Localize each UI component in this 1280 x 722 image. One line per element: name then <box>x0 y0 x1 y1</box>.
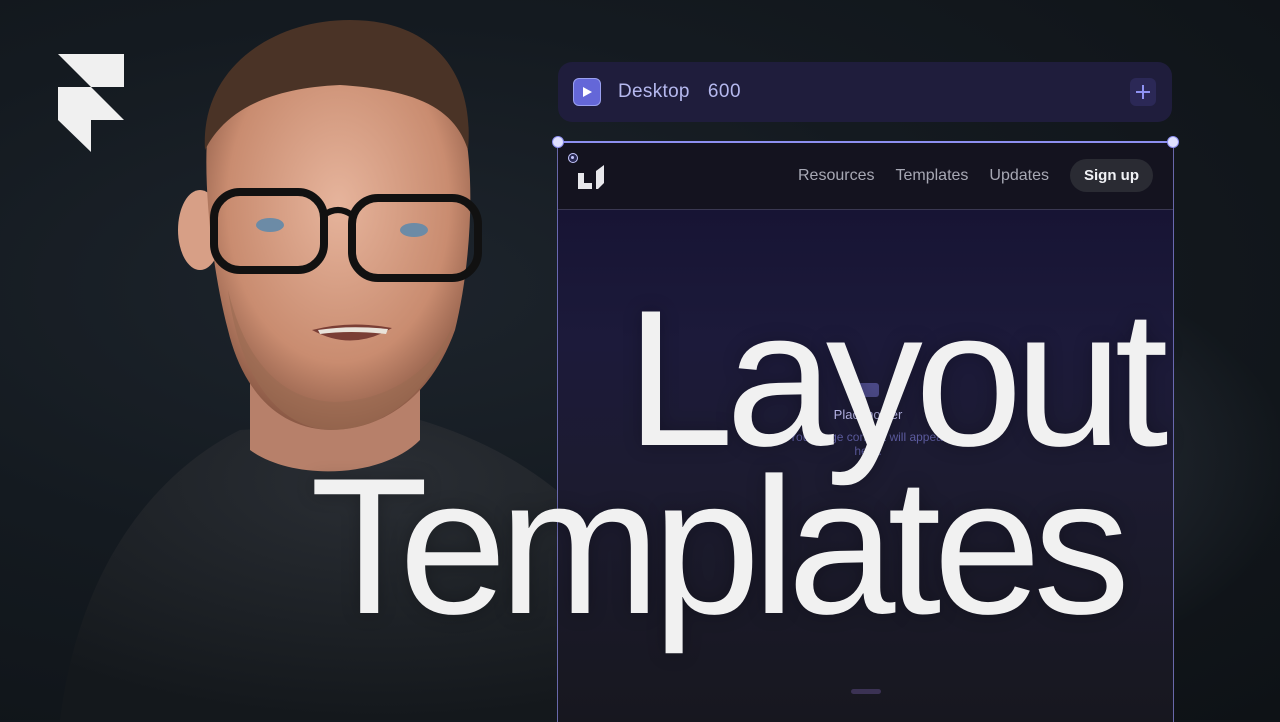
nav-link-updates[interactable]: Updates <box>989 167 1049 185</box>
breakpoint-width: 600 <box>707 81 742 102</box>
anchor-icon[interactable] <box>568 153 578 163</box>
plus-icon <box>1136 85 1150 99</box>
breakpoint-toolbar: Desktop 600 <box>558 62 1172 122</box>
headline-line-2: Templates <box>310 438 1130 655</box>
site-navbar: Resources Templates Updates Sign up <box>558 143 1173 210</box>
add-breakpoint-button[interactable] <box>1130 78 1156 106</box>
play-icon <box>583 87 592 97</box>
scroll-indicator <box>851 689 881 694</box>
breakpoint-label: Desktop <box>618 81 690 102</box>
nav-link-templates[interactable]: Templates <box>895 167 968 185</box>
nav-link-resources[interactable]: Resources <box>798 167 874 185</box>
site-logo-icon[interactable] <box>578 165 604 189</box>
preview-button[interactable] <box>573 78 601 106</box>
signup-button[interactable]: Sign up <box>1070 159 1153 192</box>
